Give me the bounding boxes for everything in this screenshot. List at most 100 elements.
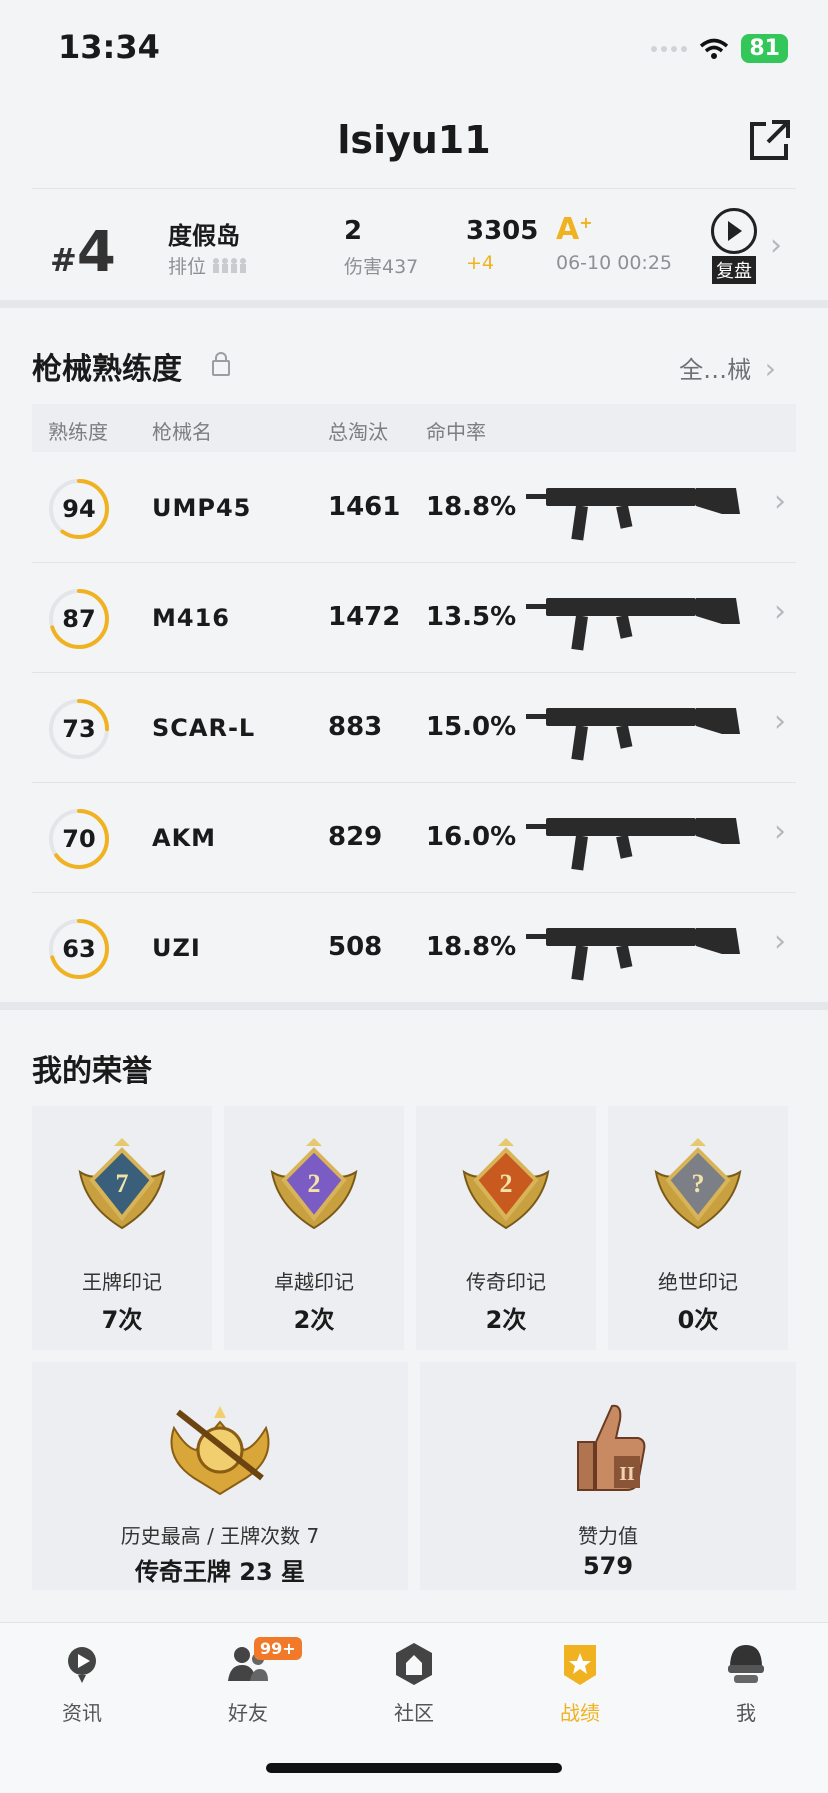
chevron-right-icon: ›: [774, 704, 786, 739]
rank-hash: #: [50, 241, 77, 279]
chevron-right-icon[interactable]: ›: [770, 228, 782, 263]
thumbs-up-icon: II: [577, 1404, 646, 1491]
chevron-right-icon: ›: [764, 352, 776, 385]
highest-rank-value: 传奇王牌 23 星: [134, 1558, 306, 1586]
section-gap: [0, 300, 828, 308]
weapon-image: [526, 818, 740, 871]
honor-card[interactable]: 7 王牌印记 7次: [32, 1106, 212, 1350]
tab-friends[interactable]: 99+ 好友: [188, 1637, 308, 1726]
honor-label: 王牌印记: [82, 1270, 162, 1294]
weapon-row[interactable]: 63 UZI 508 18.8% ›: [32, 892, 796, 1003]
proficiency-level: 73: [62, 715, 96, 743]
rank-number: 4: [76, 220, 116, 285]
community-icon: [396, 1643, 432, 1685]
tab-label: 好友: [228, 1701, 268, 1725]
weapon-row[interactable]: 70 AKM 829 16.0% ›: [32, 782, 796, 893]
replay-button[interactable]: 复盘: [708, 208, 760, 284]
weapon-name: SCAR-L: [152, 714, 256, 742]
emblem-text: ?: [692, 1169, 705, 1198]
weapon-name: M416: [152, 604, 230, 632]
match-kills: 2: [344, 216, 363, 246]
tab-label: 社区: [394, 1701, 434, 1725]
highest-rank-card[interactable]: 历史最高 / 王牌次数 7 传奇王牌 23 星: [32, 1362, 408, 1590]
section-gap: [0, 1002, 828, 1010]
tab-profile[interactable]: 我: [686, 1641, 806, 1726]
weapon-kills: 1461: [328, 492, 401, 522]
replay-icon: [711, 208, 757, 254]
honor-count: 2次: [293, 1306, 335, 1334]
proficiency-level: 63: [62, 935, 96, 963]
weapon-image: [526, 708, 740, 761]
chevron-right-icon: ›: [774, 814, 786, 849]
signal-icon: [651, 45, 688, 52]
match-score: 3305: [466, 216, 539, 246]
weapon-image: [526, 928, 740, 981]
recent-match-row[interactable]: [0, 190, 828, 300]
notification-badge: 99+: [254, 1637, 302, 1660]
honor-card[interactable]: ? 绝世印记 0次: [608, 1106, 788, 1350]
weapon-row[interactable]: 94 UMP45 1461 18.8% ›: [32, 452, 796, 563]
honor-emblem-icon: 7: [78, 1138, 166, 1230]
tab-community[interactable]: 社区: [354, 1641, 474, 1726]
profile-icon: [728, 1645, 764, 1683]
honor-emblem-icon: 2: [462, 1138, 550, 1230]
weapon-accuracy: 18.8%: [426, 492, 517, 522]
emblem-text: 7: [116, 1169, 129, 1198]
match-mode: 排位: [168, 252, 248, 279]
status-indicators: 81: [651, 34, 788, 63]
page-title: lsiyu11: [337, 118, 491, 162]
all-weapons-label: 全…械: [679, 356, 752, 384]
weapon-kills: 883: [328, 712, 383, 742]
home-indicator: [266, 1763, 562, 1773]
lock-icon: [212, 352, 230, 376]
weapon-accuracy: 13.5%: [426, 602, 517, 632]
svg-text:II: II: [619, 1463, 635, 1485]
honor-card[interactable]: 2 卓越印记 2次: [224, 1106, 404, 1350]
weapon-row[interactable]: 87 M416 1472 13.5% ›: [32, 562, 796, 673]
wifi-icon: [700, 38, 729, 59]
header-divider: [32, 188, 796, 189]
likes-value: 579: [582, 1552, 634, 1580]
record-icon: [564, 1645, 596, 1685]
proficiency-level: 87: [62, 605, 96, 633]
weapon-accuracy: 18.8%: [426, 932, 517, 962]
proficiency-level: 94: [62, 495, 96, 523]
news-icon: [68, 1647, 96, 1683]
share-icon[interactable]: [748, 118, 792, 162]
weapon-accuracy: 16.0%: [426, 822, 517, 852]
emblem-text: 2: [500, 1169, 513, 1198]
weapon-row[interactable]: 73 SCAR-L 883 15.0% ›: [32, 672, 796, 783]
legend-ace-emblem-icon: [170, 1406, 270, 1496]
match-time: 06-10 00:25: [556, 252, 673, 274]
replay-label: 复盘: [712, 256, 756, 284]
weapon-name: AKM: [152, 824, 217, 852]
tab-record[interactable]: 战绩: [520, 1641, 640, 1726]
team-icon: [213, 258, 247, 273]
weapon-kills: 829: [328, 822, 383, 852]
chevron-right-icon: ›: [774, 484, 786, 519]
match-rank: #4: [50, 220, 116, 285]
highest-rank-label: 历史最高 / 王牌次数 7: [120, 1524, 320, 1548]
honors-section-title: 我的荣誉: [32, 1054, 152, 1089]
match-map: 度假岛: [168, 222, 240, 250]
honor-count: 7次: [101, 1306, 143, 1334]
honor-card[interactable]: 2 传奇印记 2次: [416, 1106, 596, 1350]
match-mode-label: 排位: [168, 256, 207, 278]
grade-sup: +: [579, 213, 593, 232]
chevron-right-icon: ›: [774, 594, 786, 629]
all-weapons-link[interactable]: 全…械 ›: [679, 350, 776, 385]
tab-label: 战绩: [560, 1701, 600, 1725]
weapon-name: UZI: [152, 934, 201, 962]
weapon-name: UMP45: [152, 494, 252, 522]
honor-count: 2次: [485, 1306, 527, 1334]
weapon-kills: 1472: [328, 602, 401, 632]
honor-count: 0次: [677, 1306, 719, 1334]
col-header-accuracy: 命中率: [426, 420, 486, 444]
likes-label: 赞力值: [578, 1524, 638, 1548]
col-header-level: 熟练度: [48, 420, 108, 444]
proficiency-level: 70: [62, 825, 96, 853]
likes-card[interactable]: II 赞力值 579: [420, 1362, 796, 1590]
tab-label: 资讯: [62, 1701, 102, 1725]
tab-news[interactable]: 资讯: [22, 1641, 142, 1726]
weapons-table-header: [32, 404, 796, 452]
